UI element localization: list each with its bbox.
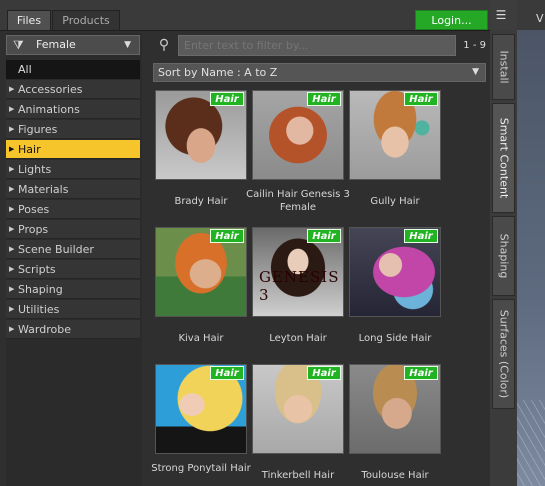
side-tab-install[interactable]: Install [492,34,515,100]
expand-arrow-icon[interactable]: ▶ [9,240,18,259]
expand-arrow-icon[interactable]: ▶ [9,180,18,199]
category-item-lights[interactable]: ▶ Lights [6,160,140,179]
category-all[interactable]: All [6,60,140,79]
category-badge: Hair [404,366,438,380]
category-badge: Hair [404,92,438,106]
filter-input[interactable] [178,35,456,56]
category-label: Scene Builder [18,243,94,256]
asset-name: Kiva Hair [178,333,224,344]
category-label: Materials [18,183,69,196]
sort-label: Sort by Name : A to Z [158,66,278,79]
chevron-down-icon: ▼ [124,40,131,50]
side-tab-install-label: Install [497,50,510,84]
side-tab-smart-content[interactable]: Smart Content [492,103,515,213]
category-badge: Hair [307,229,341,243]
expand-arrow-icon[interactable]: ▶ [9,320,18,339]
pane-menu-icon[interactable]: ☰ [493,8,509,22]
side-tab-shaping[interactable]: Shaping [492,216,515,296]
asset-thumbnail[interactable]: Hair GENESIS 3 [252,227,344,317]
expand-arrow-icon[interactable]: ▶ [9,220,18,239]
result-range: 1 - 9 [463,40,486,51]
asset-thumbnail[interactable]: Hair [252,364,344,454]
genesis-watermark: GENESIS 3 [259,268,340,304]
category-item-materials[interactable]: ▶ Materials [6,180,140,199]
category-label: Props [18,223,49,236]
category-label: Lights [18,163,52,176]
category-label: Accessories [18,83,83,96]
category-label: Poses [18,203,50,216]
search-icon[interactable]: ⚲ [154,35,174,55]
gender-filter-value: Female [36,38,76,51]
chevron-down-icon: ▼ [472,67,479,77]
category-label: Scripts [18,263,56,276]
expand-arrow-icon[interactable]: ▶ [9,140,18,159]
asset-name: Cailin Hair Genesis 3 Female [246,189,350,213]
asset-thumbnail[interactable]: Hair [155,364,247,454]
asset-name: Brady Hair [174,196,228,207]
side-tab-shaping-label: Shaping [497,233,510,279]
category-item-poses[interactable]: ▶ Poses [6,200,140,219]
expand-arrow-icon[interactable]: ▶ [9,200,18,219]
category-item-accessories[interactable]: ▶ Accessories [6,80,140,99]
category-item-utilities[interactable]: ▶ Utilities [6,300,140,319]
asset-thumbnail[interactable]: Hair [349,364,441,454]
side-tab-surfaces[interactable]: Surfaces (Color) [492,299,515,409]
expand-arrow-icon[interactable]: ▶ [9,100,18,119]
category-label: Animations [18,103,80,116]
expand-arrow-icon[interactable]: ▶ [9,120,18,139]
filter-funnel-icon: ⧩ [13,38,24,52]
category-badge: Hair [210,229,244,243]
category-item-wardrobe[interactable]: ▶ Wardrobe [6,320,140,339]
category-item-props[interactable]: ▶ Props [6,220,140,239]
category-item-animations[interactable]: ▶ Animations [6,100,140,119]
viewport-edge[interactable]: V [517,0,545,486]
category-badge: Hair [307,92,341,106]
category-item-shaping[interactable]: ▶ Shaping [6,280,140,299]
asset-thumbnail[interactable]: Hair [349,90,441,180]
expand-arrow-icon[interactable]: ▶ [9,300,18,319]
expand-arrow-icon[interactable]: ▶ [9,80,18,99]
asset-name: Gully Hair [370,196,420,207]
category-badge: Hair [404,229,438,243]
category-label: Hair [18,143,41,156]
category-item-scripts[interactable]: ▶ Scripts [6,260,140,279]
sort-dropdown[interactable]: Sort by Name : A to Z ▼ [153,63,486,82]
asset-thumbnail[interactable]: Hair [349,227,441,317]
expand-arrow-icon[interactable]: ▶ [9,280,18,299]
gender-filter-dropdown[interactable]: ⧩ Female ▼ [6,35,140,55]
asset-thumbnail[interactable]: Hair [252,90,344,180]
asset-name: Tinkerbell Hair [261,470,335,481]
expand-arrow-icon[interactable]: ▶ [9,160,18,179]
category-item-figures[interactable]: ▶ Figures [6,120,140,139]
asset-name: Toulouse Hair [361,470,429,481]
viewport-tab[interactable]: V [517,0,545,30]
asset-thumbnail[interactable]: Hair [155,227,247,317]
asset-name: Strong Ponytail Hair [151,463,251,474]
category-badge: Hair [210,366,244,380]
category-label: Utilities [18,303,60,316]
asset-thumbnail[interactable]: Hair [155,90,247,180]
tab-products[interactable]: Products [52,10,120,30]
category-label: Wardrobe [18,323,71,336]
category-item-hair[interactable]: ▶ Hair [6,140,140,159]
side-tab-surfaces-label: Surfaces (Color) [497,309,510,399]
asset-name: Leyton Hair [269,333,327,344]
category-badge: Hair [307,366,341,380]
category-badge: Hair [210,92,244,106]
tab-files[interactable]: Files [7,10,51,30]
login-button[interactable]: Login... [415,10,488,30]
viewport-floor-grid [517,400,545,486]
category-item-scene-builder[interactable]: ▶ Scene Builder [6,240,140,259]
content-library-pane: Files Products Login... ☰ ⧩ Female ▼ All… [0,0,545,486]
expand-arrow-icon[interactable]: ▶ [9,260,18,279]
category-label: Shaping [18,283,63,296]
side-tab-smart-content-label: Smart Content [497,117,510,199]
category-label: Figures [18,123,58,136]
asset-name: Long Side Hair [358,333,432,344]
top-tab-bar: Files Products Login... ☰ [0,0,506,30]
